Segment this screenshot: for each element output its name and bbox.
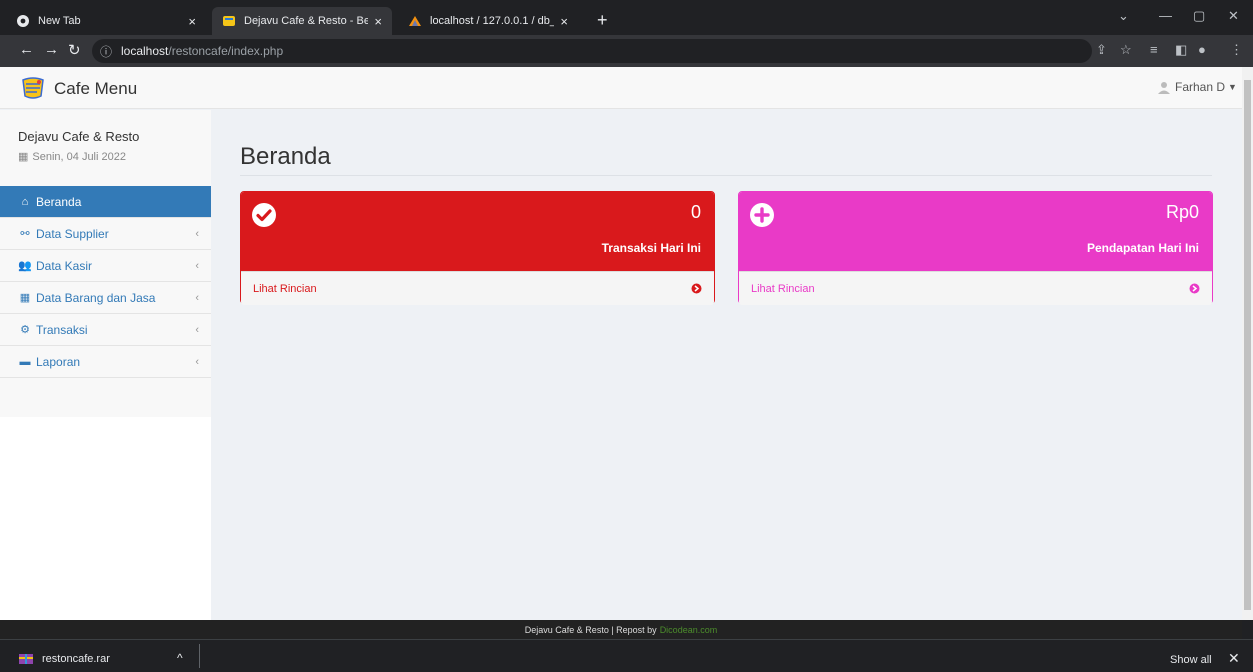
show-all-button[interactable]: Show all xyxy=(1162,649,1220,670)
tab-title: localhost / 127.0.0.1 / db_cafe / l xyxy=(430,15,555,27)
url-host: localhost xyxy=(121,44,169,58)
close-tab-icon[interactable]: × xyxy=(560,14,568,29)
url-text[interactable]: localhost/restoncafe/index.php xyxy=(121,44,283,58)
brand-title[interactable]: Cafe Menu xyxy=(54,79,137,99)
forward-button[interactable]: → xyxy=(44,41,59,58)
pendapatan-value: Rp0 xyxy=(1165,202,1199,222)
arrow-circle-right-icon xyxy=(691,283,702,294)
transaksi-count: 0 xyxy=(690,202,701,222)
reading-list-icon[interactable]: ≡ xyxy=(1150,42,1158,57)
reload-button[interactable]: ↻ xyxy=(68,41,81,59)
site-date: ▦ Senin, 04 Juli 2022 xyxy=(18,150,126,164)
user-icon xyxy=(1157,80,1171,94)
downloads-divider xyxy=(199,644,200,668)
back-button[interactable]: ← xyxy=(19,41,34,58)
detail-link-label: Lihat Rincian xyxy=(751,282,815,295)
phpmyadmin-favicon xyxy=(408,14,422,28)
close-tab-icon[interactable]: × xyxy=(374,14,382,29)
caret-down-icon: ▼ xyxy=(1228,82,1237,92)
browser-tab-cafe[interactable]: Dejavu Cafe & Resto - Beranda × xyxy=(212,7,392,35)
chevron-left-icon: ‹ xyxy=(195,355,199,368)
tab-search-icon[interactable]: ⌄ xyxy=(1118,8,1129,24)
url-path: /restoncafe/index.php xyxy=(168,44,284,58)
sidebar-empty-area xyxy=(0,417,211,620)
sidebar-item-label: Laporan xyxy=(36,354,81,369)
site-info-icon[interactable]: ⓘ xyxy=(100,43,112,60)
cafe-logo-icon[interactable] xyxy=(19,76,47,100)
user-menu[interactable]: Farhan D ▼ xyxy=(1157,80,1237,94)
chevron-left-icon: ‹ xyxy=(195,291,199,304)
sidebar-item-transaksi[interactable]: ⚙ Transaksi ‹ xyxy=(0,314,211,346)
date-text: Senin, 04 Juli 2022 xyxy=(32,150,126,163)
pendapatan-panel: Rp0 Pendapatan Hari Ini Lihat Rincian xyxy=(738,191,1213,305)
maximize-button[interactable]: ▢ xyxy=(1193,8,1205,24)
new-tab-button[interactable]: + xyxy=(597,10,608,31)
browser-menu-icon[interactable]: ⋮ xyxy=(1230,42,1243,58)
page-title: Beranda xyxy=(240,143,331,170)
calendar-icon: ▦ xyxy=(18,151,29,163)
browser-tab-phpmyadmin[interactable]: localhost / 127.0.0.1 / db_cafe / l × xyxy=(398,7,578,35)
sidebar-item-data-kasir[interactable]: 👥 Data Kasir ‹ xyxy=(0,250,211,282)
footer-link[interactable]: Dicodean.com xyxy=(660,625,718,635)
close-window-button[interactable]: ✕ xyxy=(1228,8,1239,24)
cafe-favicon xyxy=(222,14,236,28)
transaksi-panel: 0 Transaksi Hari Ini Lihat Rincian xyxy=(240,191,715,305)
transaksi-detail-link[interactable]: Lihat Rincian xyxy=(241,271,714,305)
folder-icon: ▬ xyxy=(19,355,31,368)
download-item[interactable]: restoncafe.rar xyxy=(19,653,110,665)
gear-icon: ⚙ xyxy=(20,324,30,336)
side-panel-icon[interactable]: ◧ xyxy=(1175,42,1187,58)
browser-tab-newtab[interactable]: New Tab × xyxy=(6,7,206,35)
title-divider xyxy=(240,175,1212,176)
plus-circle-icon xyxy=(749,202,775,228)
chevron-up-icon[interactable]: ^ xyxy=(177,651,183,665)
detail-link-label: Lihat Rincian xyxy=(253,282,317,295)
top-navbar xyxy=(0,67,1242,109)
sidebar-item-beranda[interactable]: ⌂ Beranda xyxy=(0,186,211,218)
page-footer: Dejavu Cafe & Resto | Repost by Dicodean… xyxy=(0,620,1242,639)
profile-avatar-icon[interactable]: ● xyxy=(1198,42,1206,57)
site-name: Dejavu Cafe & Resto xyxy=(18,129,140,144)
transaksi-panel-header: 0 Transaksi Hari Ini xyxy=(241,192,714,271)
chevron-left-icon: ‹ xyxy=(195,227,199,240)
share-icon[interactable]: ⇪ xyxy=(1096,42,1107,58)
chevron-left-icon: ‹ xyxy=(195,259,199,272)
pendapatan-panel-header: Rp0 Pendapatan Hari Ini xyxy=(739,192,1212,271)
sidebar-item-label: Data Supplier xyxy=(36,226,109,241)
pendapatan-label: Pendapatan Hari Ini xyxy=(1086,241,1199,255)
sidebar-item-data-barang-jasa[interactable]: ▦ Data Barang dan Jasa ‹ xyxy=(0,282,211,314)
sidebar-item-label: Beranda xyxy=(36,194,82,209)
pendapatan-detail-link[interactable]: Lihat Rincian xyxy=(739,271,1212,305)
arrow-circle-right-icon xyxy=(1189,283,1200,294)
sidebar-menu: ⌂ Beranda ⚯ Data Supplier ‹ 👥 Data Kasir… xyxy=(0,186,211,378)
archive-file-icon xyxy=(19,654,33,664)
tab-title: Dejavu Cafe & Resto - Beranda xyxy=(244,15,369,27)
download-file-name: restoncafe.rar xyxy=(42,653,110,665)
close-tab-icon[interactable]: × xyxy=(188,14,196,29)
transaksi-label: Transaksi Hari Ini xyxy=(601,241,701,255)
sidebar-item-label: Data Kasir xyxy=(36,258,93,273)
user-name: Farhan D xyxy=(1175,80,1226,94)
downloads-bar xyxy=(0,639,1253,672)
close-downloads-icon[interactable]: ✕ xyxy=(1228,650,1240,667)
sidebar-item-laporan[interactable]: ▬ Laporan ‹ xyxy=(0,346,211,378)
scrollbar-thumb[interactable] xyxy=(1244,80,1251,610)
home-icon: ⌂ xyxy=(21,195,29,208)
grid-icon: ▦ xyxy=(19,292,31,304)
sidebar-item-data-supplier[interactable]: ⚯ Data Supplier ‹ xyxy=(0,218,211,250)
chevron-left-icon: ‹ xyxy=(195,323,199,336)
minimize-button[interactable]: — xyxy=(1159,8,1172,23)
chrome-newtab-icon xyxy=(16,14,30,28)
bookmark-star-icon[interactable]: ☆ xyxy=(1120,42,1132,58)
sidebar-item-label: Transaksi xyxy=(36,322,88,337)
sidebar-item-label: Data Barang dan Jasa xyxy=(36,290,156,305)
check-circle-icon xyxy=(251,202,277,228)
sitemap-icon: ⚯ xyxy=(20,228,30,240)
footer-text: Dejavu Cafe & Resto | Repost by xyxy=(524,624,657,635)
tab-title: New Tab xyxy=(38,15,81,27)
users-icon: 👥 xyxy=(18,260,32,272)
